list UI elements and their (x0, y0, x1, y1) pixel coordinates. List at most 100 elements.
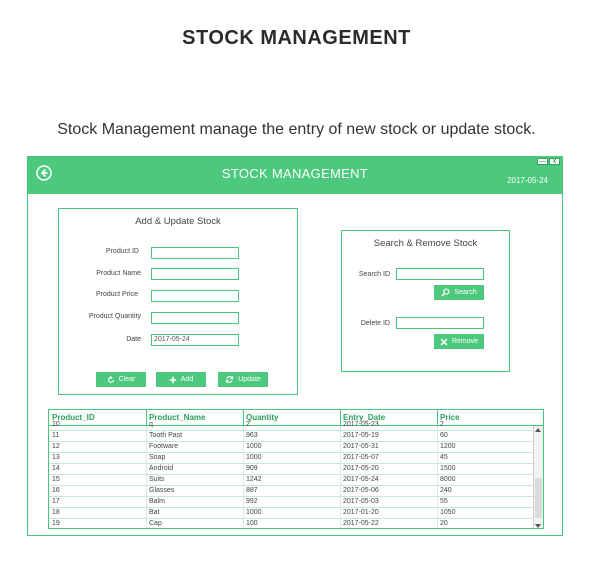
product-name-field[interactable] (151, 268, 239, 280)
search-remove-panel: Search & Remove Stock Search ID Search D… (341, 230, 510, 372)
search-icon (441, 288, 450, 297)
cell-entry-date: 2017-05-03 (343, 498, 379, 505)
cell-product-name: Soap (149, 454, 166, 461)
remove-label: Remove (451, 338, 479, 345)
sync-icon (226, 376, 234, 383)
update-button[interactable]: Update (218, 372, 268, 387)
search-id-field[interactable] (396, 268, 484, 280)
cell-product-name: Suits (149, 476, 165, 483)
cell-entry-date: 2017-05-24 (343, 476, 379, 483)
cell-product-name: Android (149, 465, 174, 472)
add-label: Add (180, 376, 194, 383)
remove-button[interactable]: Remove (434, 334, 484, 349)
clear-label: Clear (118, 376, 136, 383)
cell-product-id: 11 (52, 432, 60, 439)
table-row[interactable]: 13 Soap 1000 2017-05-07 45 (49, 453, 533, 464)
cell-entry-date: 2017-05-23 (343, 421, 379, 428)
cell-quantity: 100 (246, 520, 258, 527)
search-id-label: Search ID (358, 271, 390, 278)
app-window: STOCK MANAGEMENT 2017-05-24 — x Add & Up… (27, 156, 563, 536)
cell-quantity: 887 (246, 487, 258, 494)
table-row[interactable]: 15 Suits 1242 2017-05-24 8000 (49, 475, 533, 486)
cell-product-id: 19 (52, 520, 60, 527)
cell-quantity: 2 (246, 421, 250, 428)
cell-price: 8000 (440, 476, 456, 483)
add-update-title: Add & Update Stock (135, 216, 221, 227)
cell-price: 1500 (440, 465, 456, 472)
cell-price: 60 (440, 432, 448, 439)
close-x-icon (440, 338, 448, 345)
product-price-field[interactable] (151, 290, 239, 302)
refresh-icon (107, 375, 114, 383)
cell-entry-date: 2017-05-07 (343, 454, 379, 461)
cell-quantity: 963 (246, 432, 258, 439)
cell-price: 20 (440, 520, 448, 527)
cell-product-id: 12 (52, 443, 60, 450)
cell-product-name: Footware (149, 443, 179, 450)
cell-price: 1050 (440, 509, 456, 516)
cell-quantity: 1242 (246, 476, 262, 483)
cell-product-name: q (149, 421, 153, 428)
delete-id-label: Delete ID (360, 320, 390, 327)
cell-product-name: Bat (149, 509, 160, 516)
product-id-field[interactable] (151, 247, 239, 259)
product-price-label: Product Price (95, 291, 138, 298)
table-body: 10 q 2 2017-05-23 2 11 Tooth Past 963 20… (49, 421, 533, 528)
search-button[interactable]: Search (434, 285, 484, 300)
cell-quantity: 1000 (246, 443, 262, 450)
stock-table: Product_ID Product_Name Quantity Entry_D… (48, 409, 544, 529)
cell-price: 1200 (440, 443, 456, 450)
cell-price: 2 (440, 421, 444, 428)
cell-quantity: 1000 (246, 509, 262, 516)
table-row[interactable]: 18 Bat 1000 2017-01-20 1050 (49, 508, 533, 519)
clear-button[interactable]: Clear (96, 372, 146, 387)
window-title: STOCK MANAGEMENT (221, 166, 369, 181)
add-button[interactable]: Add (156, 372, 206, 387)
table-scrollbar[interactable] (533, 426, 543, 528)
title-bar: STOCK MANAGEMENT 2017-05-24 — x (28, 157, 562, 194)
minimize-button[interactable]: — (537, 158, 548, 165)
scroll-down-arrow-icon[interactable] (535, 524, 541, 528)
delete-id-field[interactable] (396, 317, 484, 329)
cell-product-id: 15 (52, 476, 60, 483)
cell-product-id: 17 (52, 498, 60, 505)
product-quantity-label: Product Quantity (88, 313, 141, 320)
cell-entry-date: 2017-05-19 (343, 432, 379, 439)
product-id-label: Product ID (105, 248, 139, 255)
product-name-label: Product Name (96, 270, 141, 277)
search-remove-title: Search & Remove Stock (373, 238, 478, 249)
cell-product-name: Tooth Past (149, 432, 183, 439)
table-row[interactable]: 11 Tooth Past 963 2017-05-19 60 (49, 431, 533, 442)
cell-price: 240 (440, 487, 452, 494)
plus-icon (169, 376, 176, 383)
cell-product-name: Glasses (149, 487, 175, 494)
scrollbar-thumb[interactable] (535, 478, 542, 518)
cell-product-id: 18 (52, 509, 60, 516)
cell-product-id: 16 (52, 487, 60, 494)
cell-product-name: Cap (149, 520, 162, 527)
cell-quantity: 1000 (246, 454, 262, 461)
table-row[interactable]: 14 Android 909 2017-05-20 1500 (49, 464, 533, 475)
table-row[interactable]: 10 q 2 2017-05-23 2 (49, 420, 533, 431)
cell-entry-date: 2017-05-31 (343, 443, 379, 450)
window-controls: — x (537, 158, 560, 165)
cell-product-id: 13 (52, 454, 60, 461)
table-row[interactable]: 17 Balm 992 2017-05-03 55 (49, 497, 533, 508)
add-update-panel: Add & Update Stock Product ID Product Na… (58, 208, 298, 395)
table-row[interactable]: 19 Cap 100 2017-05-22 20 (49, 519, 533, 528)
cell-entry-date: 2017-05-22 (343, 520, 379, 527)
cell-product-name: Balm (149, 498, 165, 505)
date-field[interactable]: 2017-05-24 (151, 334, 239, 346)
cell-price: 45 (440, 454, 448, 461)
scroll-up-arrow-icon[interactable] (535, 428, 541, 432)
cell-quantity: 992 (246, 498, 258, 505)
table-row[interactable]: 12 Footware 1000 2017-05-31 1200 (49, 442, 533, 453)
search-label: Search (454, 289, 477, 296)
close-button[interactable]: x (549, 158, 560, 165)
table-row[interactable]: 16 Glasses 887 2017-05-06 240 (49, 486, 533, 497)
cell-product-id: 10 (52, 421, 60, 428)
cell-entry-date: 2017-05-06 (343, 487, 379, 494)
page-heading: STOCK MANAGEMENT (182, 27, 411, 49)
product-quantity-field[interactable] (151, 312, 239, 324)
page-description: Stock Management manage the entry of new… (57, 121, 536, 138)
